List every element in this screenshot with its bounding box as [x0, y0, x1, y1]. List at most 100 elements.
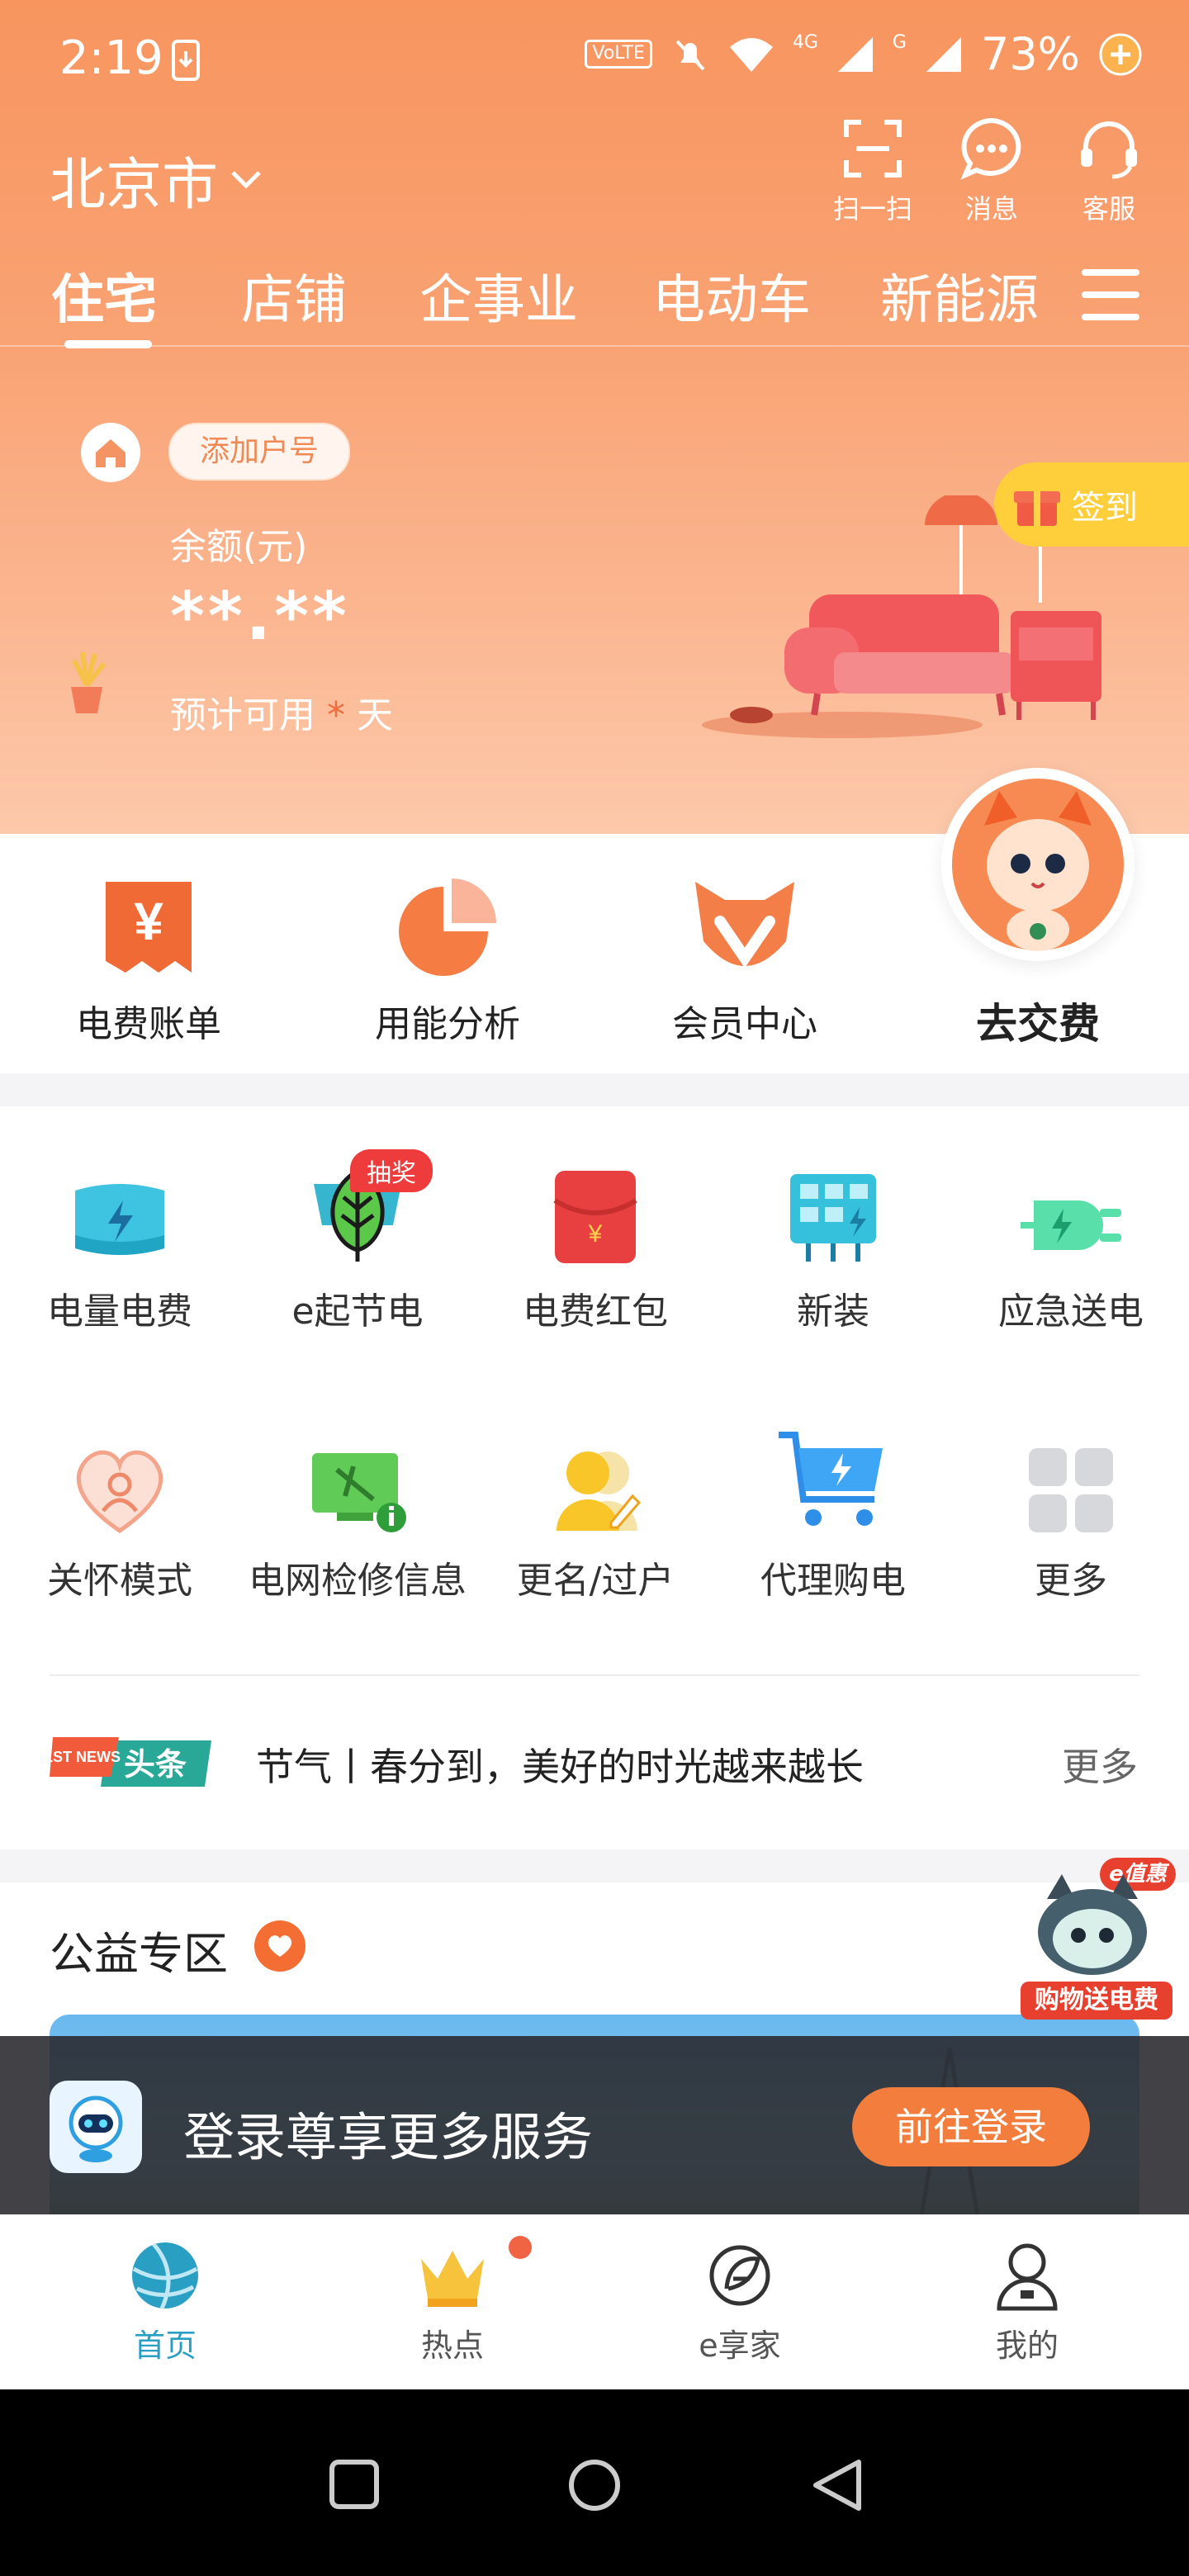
login-prompt-text: 登录尊享更多服务 [183, 2107, 594, 2167]
tab-enterprise[interactable]: 企事业 [419, 258, 578, 334]
notification-dot [509, 2236, 532, 2259]
service-emergency-power-label: 应急送电 [998, 1290, 1144, 1333]
user-icon [997, 2243, 1058, 2311]
tab-new-energy[interactable]: 新能源 [880, 258, 1039, 334]
nav-hot-label: 热点 [420, 2327, 484, 2364]
promo-shopping-badge[interactable]: e值惠 购物送电费 [1014, 1849, 1179, 2023]
customer-service-button[interactable]: 客服 [1063, 116, 1154, 226]
rename-icon [557, 1451, 642, 1531]
message-icon [960, 117, 1021, 180]
quick-bill-label: 电费账单 [76, 1003, 221, 1045]
sim-card-icon [172, 40, 200, 81]
go-login-button[interactable]: 前往登录 [852, 2087, 1090, 2166]
recents-button-icon[interactable] [327, 2457, 381, 2512]
category-tabs: 住宅 店铺 企事业 电动车 新能源 [0, 248, 1189, 348]
service-care-mode[interactable]: 关怀模式 [0, 1428, 239, 1603]
tab-active-indicator [64, 340, 152, 348]
scan-label: 扫一扫 [832, 193, 912, 225]
balance-label: 余额(元) [170, 526, 308, 568]
plug-icon [1021, 1200, 1121, 1250]
status-bar: 2:19 VoLTE 4G G 73% [0, 0, 1189, 116]
nav-mine[interactable]: 我的 [945, 2239, 1110, 2365]
service-care-mode-label: 关怀模式 [47, 1560, 192, 1602]
svg-text:¥: ¥ [588, 1220, 603, 1248]
back-button-icon[interactable] [811, 2457, 864, 2513]
quick-analysis[interactable]: 用能分析 [340, 875, 555, 1047]
pay-label: 去交费 [976, 1000, 1100, 1048]
signal-g-label: G [892, 32, 907, 53]
headset-icon [1081, 121, 1137, 179]
service-electricity[interactable]: 电量电费 [0, 1159, 239, 1334]
service-proxy-purchase[interactable]: 代理购电 [713, 1428, 953, 1603]
news-headline[interactable]: 节气丨春分到，美好的时光越来越长 [256, 1737, 864, 1792]
scan-icon [844, 120, 902, 178]
grid-maintenance-icon [312, 1453, 406, 1532]
member-icon [695, 882, 794, 968]
status-indicators: VoLTE 4G G 73% [585, 28, 1143, 80]
tab-ev[interactable]: 电动车 [652, 258, 811, 334]
nav-home[interactable]: 首页 [83, 2239, 248, 2365]
signal-4g-icon [837, 36, 873, 72]
signin-button[interactable]: 签到 [994, 462, 1189, 547]
battery-percent: 73% [980, 28, 1080, 80]
promo-tag: e值惠 [1109, 1862, 1170, 1887]
promo-mascot-icon: e值惠 购物送电费 [1021, 1858, 1176, 2020]
tabs-divider [0, 345, 1189, 347]
charity-title: 公益专区 [50, 1928, 228, 1980]
news-more-link[interactable]: 更多 [1062, 1737, 1138, 1792]
signin-label: 签到 [1072, 489, 1138, 527]
battery-saver-icon [1099, 33, 1142, 75]
cart-icon [779, 1432, 883, 1526]
service-red-envelope[interactable]: ¥ 电费红包 [476, 1159, 715, 1334]
promo-label: 购物送电费 [1035, 1986, 1158, 2015]
menu-icon[interactable] [1080, 266, 1141, 324]
more-grid-icon [1029, 1448, 1113, 1532]
mascot-icon [952, 779, 1124, 951]
quick-member[interactable]: 会员中心 [637, 875, 852, 1047]
leaf-e-icon [709, 2245, 770, 2306]
gift-icon [1014, 491, 1060, 526]
forecast-prefix: 预计可用 [170, 694, 315, 736]
service-more[interactable]: 更多 [951, 1428, 1189, 1603]
customer-service-label: 客服 [1082, 193, 1135, 225]
crown-icon [421, 2251, 484, 2307]
care-icon [76, 1450, 163, 1534]
forecast-suffix: 天 [357, 694, 393, 736]
service-grid-maintenance[interactable]: 电网检修信息 [238, 1428, 477, 1603]
service-proxy-purchase-label: 代理购电 [760, 1560, 906, 1602]
mute-bell-icon [675, 40, 705, 70]
signal-4g-label: 4G [792, 32, 818, 53]
system-navigation-bar [0, 2389, 1189, 2576]
pay-mascot-button[interactable] [941, 768, 1135, 961]
forecast-days: 预计可用 * 天 [170, 685, 393, 738]
globe-icon [132, 2242, 198, 2310]
service-save-power-label: e起节电 [291, 1290, 424, 1333]
news-logo: 头条 1ST NEWS [45, 1732, 215, 1795]
forecast-value: * [327, 694, 345, 736]
pie-chart-icon [399, 878, 496, 976]
home-button-icon[interactable] [566, 2457, 623, 2513]
nav-ehome-label: e享家 [699, 2327, 781, 2364]
status-time: 2:19 [59, 31, 163, 85]
tab-shop[interactable]: 店铺 [241, 258, 347, 334]
heart-icon [254, 1920, 306, 1972]
tab-residential[interactable]: 住宅 [51, 258, 157, 334]
service-new-install[interactable]: 新装 [713, 1159, 953, 1334]
service-emergency-power[interactable]: 应急送电 [951, 1159, 1189, 1334]
messages-button[interactable]: 消息 [946, 116, 1037, 226]
electricity-icon [75, 1184, 164, 1255]
volte-icon: VoLTE [585, 40, 652, 69]
messages-label: 消息 [964, 193, 1018, 225]
nav-ehome[interactable]: e享家 [657, 2239, 822, 2365]
quick-bill[interactable]: ¥ 电费账单 [41, 875, 256, 1047]
service-new-install-label: 新装 [797, 1290, 869, 1333]
chevron-down-icon [231, 170, 261, 189]
city-selector[interactable]: 北京市 [50, 139, 263, 220]
add-account-button[interactable]: 添加户号 [168, 423, 351, 481]
nav-hot[interactable]: 热点 [370, 2239, 535, 2365]
service-rename[interactable]: 更名/过户 [476, 1428, 715, 1603]
scan-button[interactable]: 扫一扫 [827, 116, 918, 226]
service-rename-label: 更名/过户 [516, 1560, 675, 1602]
red-envelope-icon: ¥ [553, 1171, 637, 1263]
signal-g-icon [926, 36, 961, 72]
